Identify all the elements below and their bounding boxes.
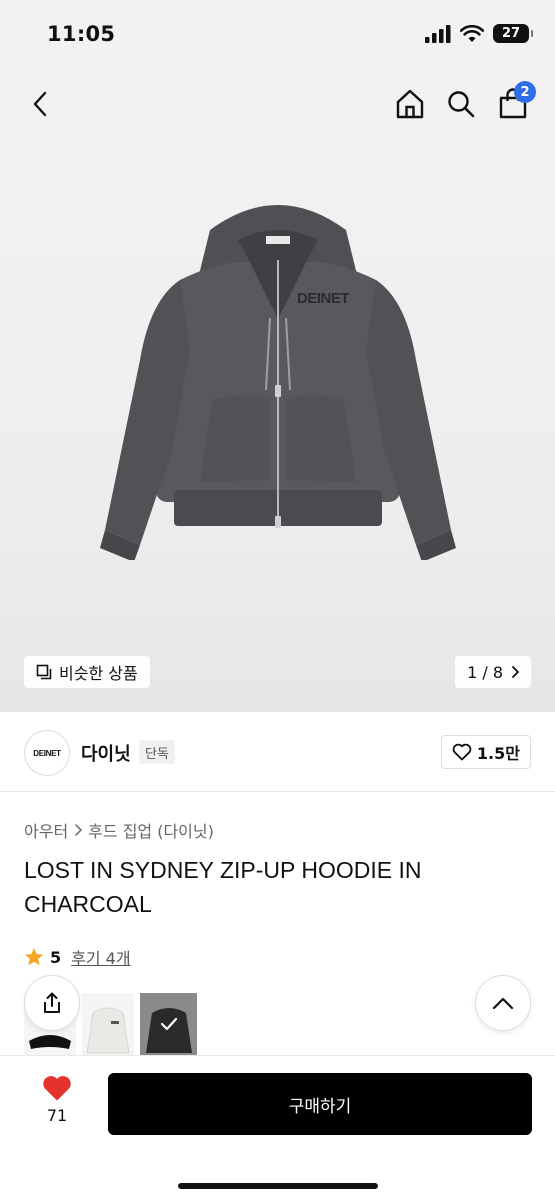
- exclusive-badge: 단독: [139, 740, 175, 764]
- hoodie-product-image: [100, 205, 456, 560]
- chevron-left-icon: [33, 91, 47, 117]
- image-pager[interactable]: 1 / 8: [455, 656, 531, 688]
- wish-button[interactable]: 71: [37, 1074, 77, 1125]
- breadcrumb: 아우터 후드 집업 (다이닛): [24, 818, 214, 842]
- status-icons: 27: [425, 24, 533, 43]
- brand-logo[interactable]: DEINET: [24, 730, 70, 776]
- search-button[interactable]: [441, 84, 481, 124]
- wifi-icon: [460, 24, 484, 42]
- copy-icon: [36, 664, 52, 680]
- status-bar: 11:05 27: [0, 0, 555, 70]
- brand-like-button[interactable]: 1.5만: [440, 735, 531, 769]
- heart-outline-icon: [452, 743, 472, 761]
- heart-filled-icon: [43, 1076, 71, 1101]
- back-button[interactable]: [20, 84, 60, 124]
- search-icon: [448, 91, 475, 118]
- share-icon: [44, 992, 60, 1013]
- chevron-right-icon: [512, 666, 519, 678]
- brand-like-count: 1.5만: [476, 744, 520, 763]
- share-button[interactable]: [24, 975, 80, 1031]
- breadcrumb-category[interactable]: 아우터: [24, 818, 68, 842]
- rating-value: 5: [50, 947, 62, 967]
- buy-button[interactable]: 구매하기: [108, 1073, 532, 1135]
- product-title: LOST IN SYDNEY ZIP-UP HOODIE IN CHARCOAL: [24, 857, 422, 917]
- chevron-up-icon: [492, 997, 514, 1010]
- wish-count: 71: [46, 1106, 68, 1125]
- check-icon: [160, 1017, 177, 1031]
- signal-icon: [425, 24, 451, 43]
- star-icon: [25, 948, 43, 966]
- brand-name[interactable]: 다이닛: [81, 740, 131, 766]
- home-button[interactable]: [390, 84, 430, 124]
- white-hoodie-thumbnail: [86, 1007, 130, 1054]
- home-indicator: [178, 1183, 378, 1189]
- product-image-gallery[interactable]: DEINET 비슷한 상품 1 / 8: [0, 140, 555, 712]
- rating-row: 5 후기 4개: [24, 945, 131, 969]
- similar-products-label: 비슷한 상품: [59, 664, 138, 683]
- color-option-charcoal-selected[interactable]: [140, 993, 197, 1055]
- top-nav: 2: [0, 70, 555, 140]
- hoodie-print-text: DEINET: [297, 290, 350, 307]
- seller-row: DEINET 다이닛 단독 1.5만: [0, 712, 555, 792]
- breadcrumb-subcategory[interactable]: 후드 집업 (다이닛): [88, 818, 214, 842]
- bottom-action-bar: 71 구매하기: [0, 1055, 555, 1200]
- status-time: 11:05: [47, 22, 116, 46]
- cart-button[interactable]: 2: [493, 81, 536, 124]
- battery-indicator: 27: [493, 24, 533, 43]
- scroll-to-top-button[interactable]: [475, 975, 531, 1031]
- image-page-indicator: 1 / 8: [467, 662, 503, 682]
- review-count-link[interactable]: 후기 4개: [71, 945, 130, 969]
- home-icon: [396, 89, 424, 119]
- cart-count-badge: 2: [514, 81, 536, 103]
- similar-products-button[interactable]: 비슷한 상품: [24, 656, 150, 688]
- color-option-white[interactable]: [82, 993, 134, 1055]
- chevron-right-icon: [75, 824, 83, 836]
